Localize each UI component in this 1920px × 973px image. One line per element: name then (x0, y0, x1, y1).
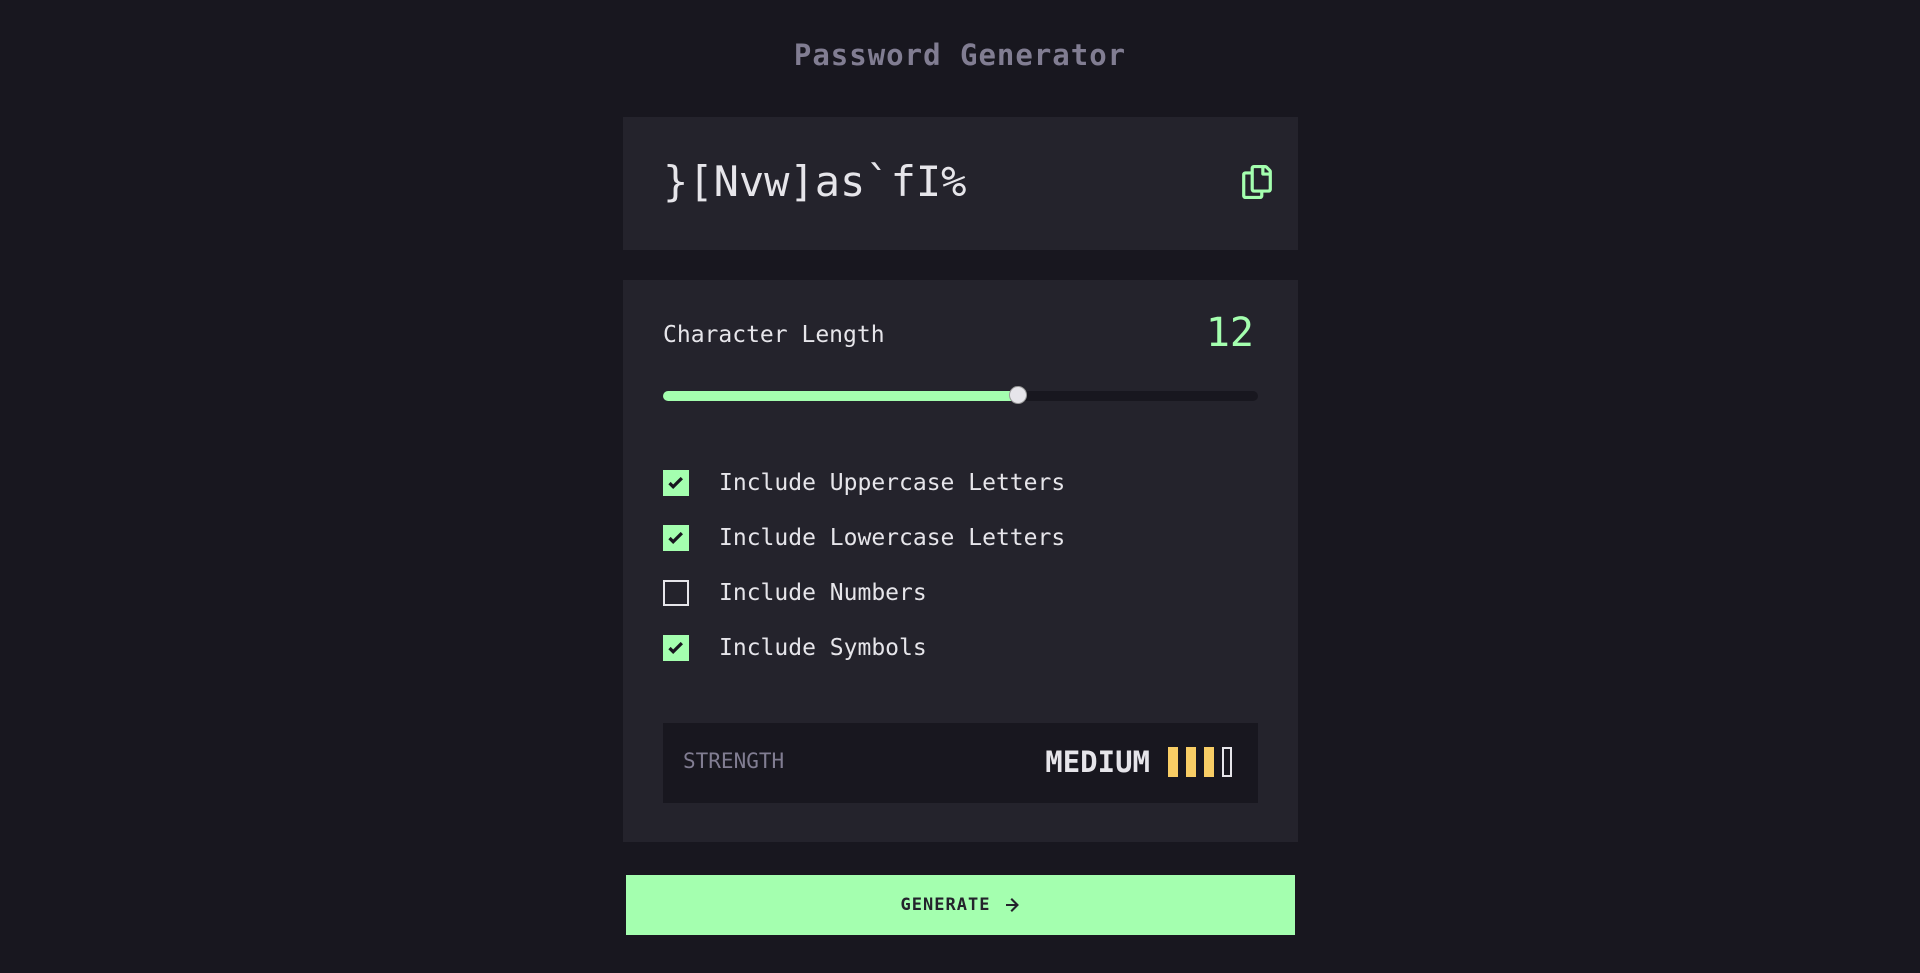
character-length-label: Character Length (663, 322, 885, 348)
strength-bar (1168, 747, 1178, 777)
numbers-label: Include Numbers (719, 580, 927, 606)
slider-thumb[interactable] (1008, 386, 1027, 404)
uppercase-checkbox[interactable] (663, 470, 689, 496)
app-root: Password Generator }[Nvw]as`fI% Characte… (0, 0, 1920, 973)
lowercase-checkbox[interactable] (663, 525, 689, 551)
lowercase-label: Include Lowercase Letters (719, 525, 1066, 551)
generate-button[interactable]: GENERATE (624, 873, 1297, 937)
check-icon (668, 476, 683, 489)
strength-bar (1222, 747, 1232, 777)
option-uppercase[interactable]: Include Uppercase Letters (663, 469, 1065, 497)
character-length-value: 12 (1205, 310, 1254, 356)
length-slider[interactable] (663, 386, 1258, 404)
page-title: Password Generator (793, 38, 1127, 72)
strength-meter: STRENGTH MEDIUM (663, 723, 1258, 803)
arrow-right-icon (1006, 898, 1020, 912)
strength-bar (1204, 747, 1214, 777)
uppercase-label: Include Uppercase Letters (719, 470, 1066, 496)
strength-value: MEDIUM (1045, 745, 1150, 779)
numbers-checkbox[interactable] (663, 580, 689, 606)
symbols-label: Include Symbols (719, 635, 927, 661)
symbols-checkbox[interactable] (663, 635, 689, 661)
strength-bar (1186, 747, 1196, 777)
check-icon (668, 531, 683, 544)
strength-indicator: MEDIUM (1045, 745, 1232, 779)
option-lowercase[interactable]: Include Lowercase Letters (663, 524, 1065, 552)
copy-icon (1242, 165, 1272, 199)
password-display-panel: }[Nvw]as`fI% (623, 117, 1298, 250)
settings-panel: Character Length 12 Include Uppercase Le… (623, 280, 1298, 842)
option-symbols[interactable]: Include Symbols (663, 634, 927, 662)
generate-label: GENERATE (900, 895, 991, 915)
copy-button[interactable] (1242, 165, 1272, 199)
option-numbers[interactable]: Include Numbers (663, 579, 927, 607)
strength-label: STRENGTH (683, 749, 785, 773)
check-icon (668, 641, 683, 654)
generated-password: }[Nvw]as`fI% (663, 157, 967, 206)
slider-fill (663, 391, 1018, 401)
